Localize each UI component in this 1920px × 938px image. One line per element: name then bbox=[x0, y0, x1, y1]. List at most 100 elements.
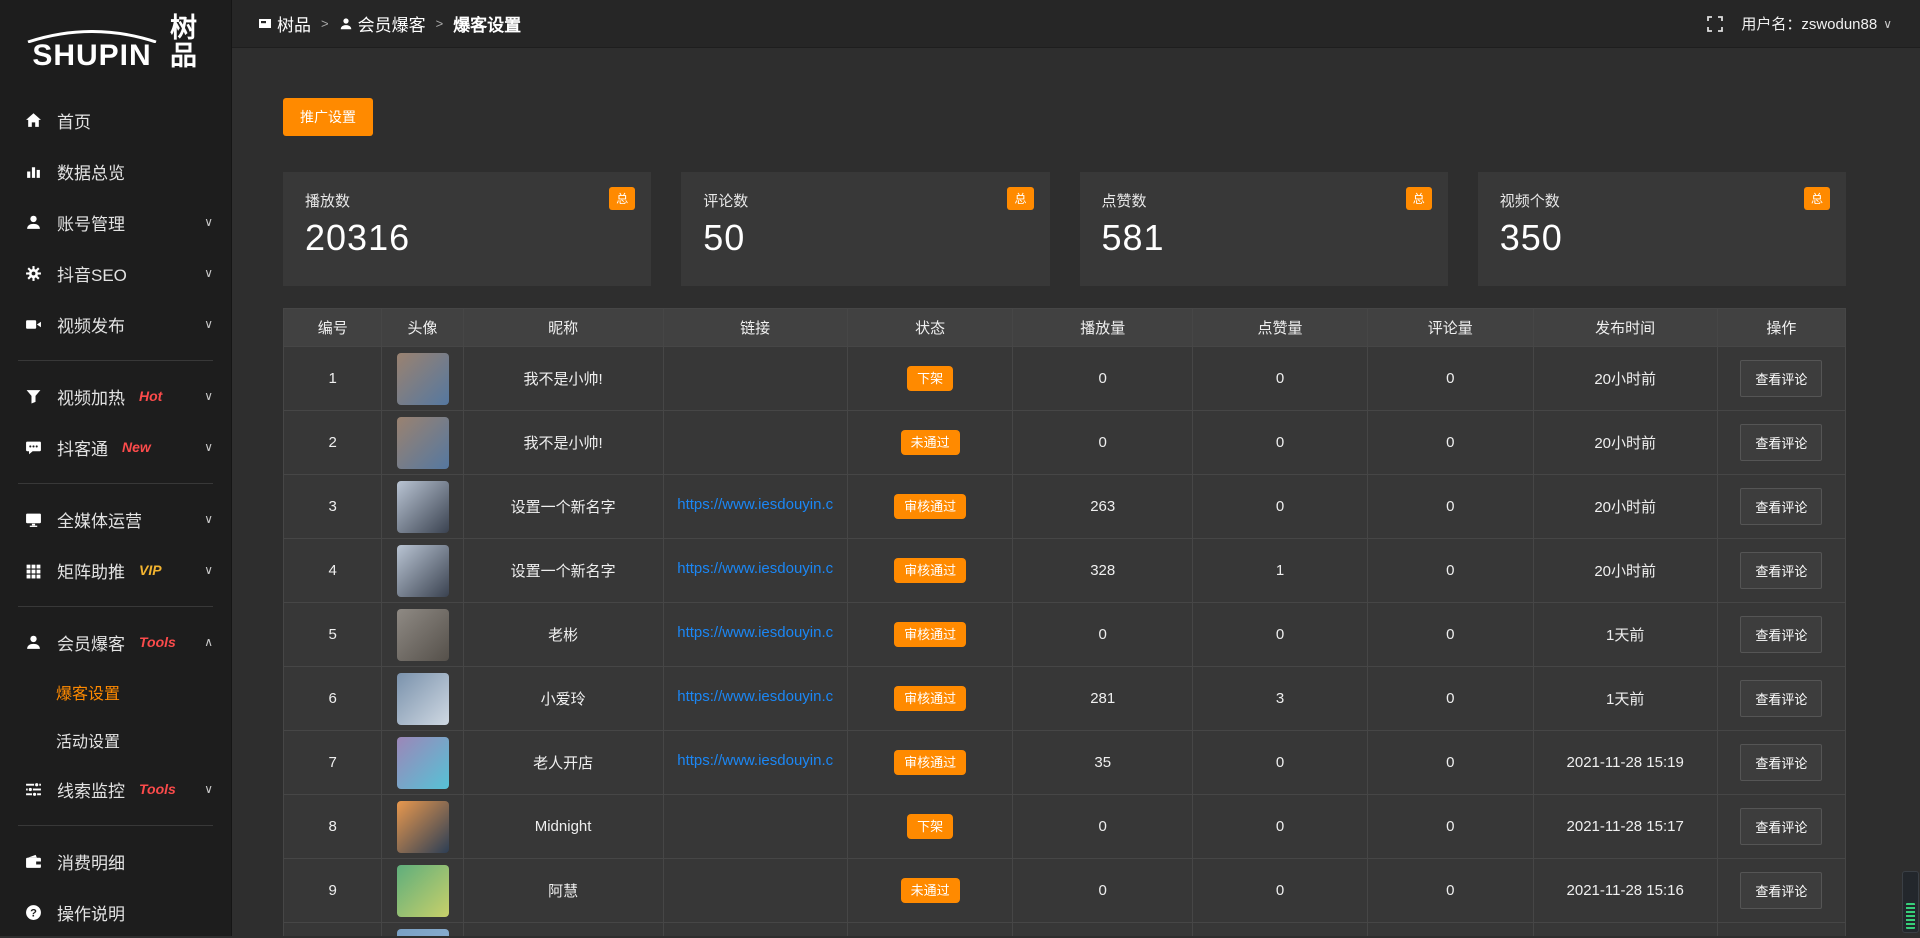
play-count: 0 bbox=[1013, 795, 1193, 859]
table-row: 3 设置一个新名字 https://www.iesdouyin.c 审核通过 2… bbox=[284, 475, 1846, 539]
sidebar-item-lead-monitoring[interactable]: 线索监控 Tools bbox=[0, 764, 231, 815]
avatar bbox=[397, 417, 449, 469]
monitor-icon bbox=[24, 510, 42, 528]
sidebar-item-video-publish[interactable]: 视频发布 bbox=[0, 299, 231, 350]
subitem-label: 活动设置 bbox=[56, 728, 120, 752]
logo-text-en: SHUPIN bbox=[32, 41, 151, 71]
view-comments-button[interactable]: 查看评论 bbox=[1740, 744, 1822, 781]
view-comments-button[interactable]: 查看评论 bbox=[1740, 616, 1822, 653]
fullscreen-icon[interactable] bbox=[1707, 16, 1723, 32]
topbar: 树品 > 会员爆客 > 爆客设置 用户名：zswodun88 bbox=[232, 0, 1920, 48]
video-link[interactable]: https://www.iesdouyin.c bbox=[677, 688, 833, 705]
status-badge: 审核通过 bbox=[894, 622, 966, 647]
play-count: 281 bbox=[1013, 667, 1193, 731]
like-count: 0 bbox=[1193, 795, 1368, 859]
column-header: 操作 bbox=[1717, 309, 1845, 347]
view-comments-button[interactable]: 查看评论 bbox=[1740, 680, 1822, 717]
table-row: 2 我不是小帅! 未通过 0 0 0 20小时前 查看评论 bbox=[284, 411, 1846, 475]
sidebar-item-matrix-boost[interactable]: 矩阵助推 VIP bbox=[0, 545, 231, 596]
nickname: 小爱玲 bbox=[463, 667, 663, 731]
sidebar-item-instructions[interactable]: ? 操作说明 bbox=[0, 887, 231, 938]
username[interactable]: 用户名：zswodun88 bbox=[1741, 13, 1892, 34]
video-link[interactable]: https://www.iesdouyin.c bbox=[677, 624, 833, 641]
sidebar-item-label: 线索监控 bbox=[57, 777, 125, 802]
comment-count: 0 bbox=[1367, 667, 1533, 731]
avatar bbox=[397, 481, 449, 533]
comment-count: 0 bbox=[1367, 603, 1533, 667]
play-count bbox=[1013, 923, 1193, 937]
breadcrumb-item-root[interactable]: 树品 bbox=[258, 11, 311, 36]
like-count: 0 bbox=[1193, 859, 1368, 923]
like-count bbox=[1193, 923, 1368, 937]
breadcrumb-item-member-baoke[interactable]: 会员爆客 bbox=[339, 11, 426, 36]
sidebar-item-data-overview[interactable]: 数据总览 bbox=[0, 146, 231, 197]
publish-time: 20小时前 bbox=[1533, 347, 1717, 411]
comment-count: 0 bbox=[1367, 795, 1533, 859]
home-icon bbox=[24, 111, 42, 129]
row-number: 2 bbox=[284, 411, 382, 475]
comment-count: 0 bbox=[1367, 475, 1533, 539]
publish-time: 20小时前 bbox=[1533, 411, 1717, 475]
sidebar-item-douyin-seo[interactable]: 抖音SEO bbox=[0, 248, 231, 299]
sidebar-item-consumption-details[interactable]: 消费明细 bbox=[0, 836, 231, 887]
username-label: 用户名：zswodun88 bbox=[1741, 13, 1877, 34]
publish-time: 1天前 bbox=[1533, 603, 1717, 667]
stat-card-videos: 视频个数 350 总 bbox=[1478, 172, 1846, 286]
video-link[interactable]: https://www.iesdouyin.c bbox=[677, 496, 833, 513]
table-header-row: 编号 头像 昵称 链接 状态 播放量 点赞量 评论量 bbox=[284, 309, 1846, 347]
sidebar-item-douketong[interactable]: 抖客通 New bbox=[0, 422, 231, 473]
new-tag: New bbox=[122, 439, 151, 455]
logo-text-cn: 树品 bbox=[170, 14, 213, 71]
like-count: 0 bbox=[1193, 347, 1368, 411]
sidebar-subitem-baoke-settings[interactable]: 爆客设置 bbox=[0, 668, 231, 716]
stat-card-plays: 播放数 20316 总 bbox=[283, 172, 651, 286]
view-comments-button[interactable]: 查看评论 bbox=[1740, 360, 1822, 397]
chevron-down-icon bbox=[204, 440, 213, 454]
sidebar-item-member-baoke[interactable]: 会员爆客 Tools bbox=[0, 617, 231, 668]
hot-tag: Hot bbox=[139, 388, 162, 404]
sidebar-item-omnimedia[interactable]: 全媒体运营 bbox=[0, 494, 231, 545]
comment-count: 0 bbox=[1367, 859, 1533, 923]
divider bbox=[18, 360, 213, 361]
sidebar-item-home[interactable]: 首页 bbox=[0, 95, 231, 146]
chevron-down-icon bbox=[204, 512, 213, 526]
sidebar-item-label: 首页 bbox=[57, 108, 91, 133]
stat-value: 581 bbox=[1102, 217, 1426, 259]
video-link[interactable]: https://www.iesdouyin.c bbox=[677, 560, 833, 577]
table-row bbox=[284, 923, 1846, 937]
view-comments-button[interactable]: 查看评论 bbox=[1740, 552, 1822, 589]
row-number bbox=[284, 923, 382, 937]
topbar-right: 用户名：zswodun88 bbox=[1707, 13, 1892, 34]
play-count: 328 bbox=[1013, 539, 1193, 603]
comment-count: 0 bbox=[1367, 411, 1533, 475]
sidebar-item-account-management[interactable]: 账号管理 bbox=[0, 197, 231, 248]
chevron-down-icon bbox=[204, 266, 213, 280]
nickname: 阿慧 bbox=[463, 859, 663, 923]
column-header: 头像 bbox=[382, 309, 463, 347]
sliders-icon bbox=[24, 780, 42, 798]
view-comments-button[interactable]: 查看评论 bbox=[1740, 872, 1822, 909]
user-icon bbox=[24, 213, 42, 231]
comment-count: 0 bbox=[1367, 347, 1533, 411]
view-comments-button[interactable]: 查看评论 bbox=[1740, 488, 1822, 525]
nickname: 我不是小帅! bbox=[463, 411, 663, 475]
video-icon bbox=[24, 315, 42, 333]
stat-label: 评论数 bbox=[703, 190, 1027, 211]
row-number: 7 bbox=[284, 731, 382, 795]
subitem-label: 爆客设置 bbox=[56, 680, 120, 704]
avatar bbox=[397, 865, 449, 917]
video-link[interactable]: https://www.iesdouyin.c bbox=[677, 752, 833, 769]
view-comments-button[interactable]: 查看评论 bbox=[1740, 424, 1822, 461]
publish-time bbox=[1533, 923, 1717, 937]
status-badge: 审核通过 bbox=[894, 494, 966, 519]
sidebar-item-video-heating[interactable]: 视频加热 Hot bbox=[0, 371, 231, 422]
floating-widget[interactable] bbox=[1902, 871, 1919, 933]
stat-value: 350 bbox=[1500, 217, 1824, 259]
sidebar-item-label: 会员爆客 bbox=[57, 630, 125, 655]
view-comments-button[interactable]: 查看评论 bbox=[1740, 808, 1822, 845]
chevron-down-icon bbox=[204, 317, 213, 331]
nickname bbox=[463, 923, 663, 937]
promotion-settings-button[interactable]: 推广设置 bbox=[283, 98, 373, 136]
sidebar-subitem-activity-settings[interactable]: 活动设置 bbox=[0, 716, 231, 764]
chat-icon bbox=[24, 438, 42, 456]
